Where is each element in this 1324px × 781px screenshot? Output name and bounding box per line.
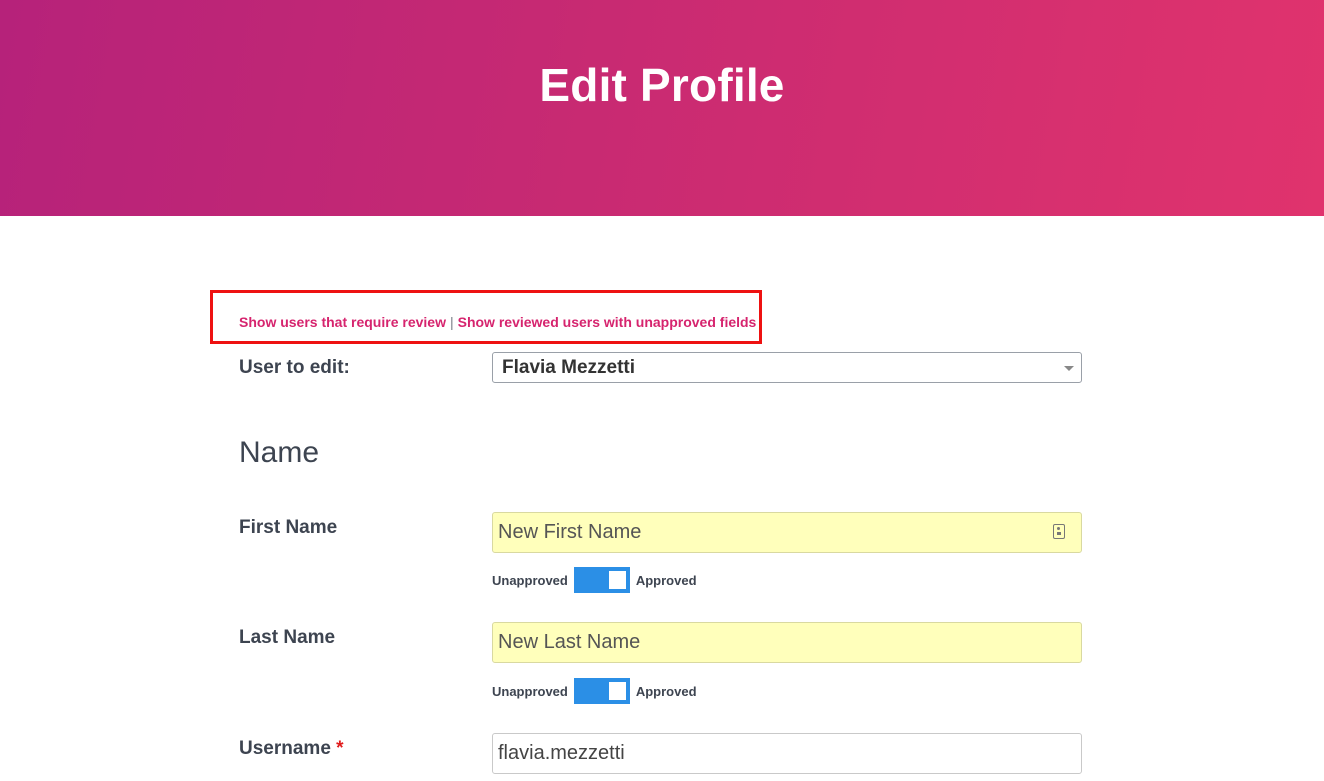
review-links: Show users that require review | Show revi… [239,314,756,330]
last-name-label: Last Name [239,627,336,648]
first-name-approval-toggle-row: Unapproved Approved [492,567,697,593]
first-name-approval-switch[interactable] [573,567,630,593]
switch-knob [608,571,626,589]
last-name-approval-toggle-row: Unapproved Approved [492,678,697,704]
name-section-heading: Name [239,436,320,469]
username-label: Username * [239,738,344,760]
username-label-text: Username [239,738,331,759]
review-links-separator: | [449,314,454,330]
first-name-label: First Name [239,517,338,538]
show-reviewed-users-unapproved-link[interactable]: Show reviewed users with unapproved fiel… [458,314,757,330]
user-to-edit-label: User to edit: [239,357,350,378]
show-users-require-review-link[interactable]: Show users that require review [239,314,446,330]
last-name-approved-label: Approved [635,683,697,699]
first-name-unapproved-label: Unapproved [492,572,568,588]
last-name-approval-switch[interactable] [573,678,630,704]
page-title: Edit Profile [539,59,785,111]
user-to-edit-select[interactable]: Flavia Mezzetti [492,352,1082,383]
last-name-unapproved-label: Unapproved [492,683,568,699]
switch-knob [608,682,626,700]
user-to-edit-selected-value: Flavia Mezzetti [502,357,636,378]
first-name-input[interactable] [492,512,1082,553]
username-input[interactable] [492,733,1082,774]
last-name-input[interactable] [492,622,1082,663]
first-name-approved-label: Approved [635,572,697,588]
chevron-down-icon [1064,366,1074,371]
contact-card-icon[interactable] [1053,524,1065,539]
required-asterisk: * [336,738,344,759]
page-header-banner: Edit Profile [0,0,1324,216]
